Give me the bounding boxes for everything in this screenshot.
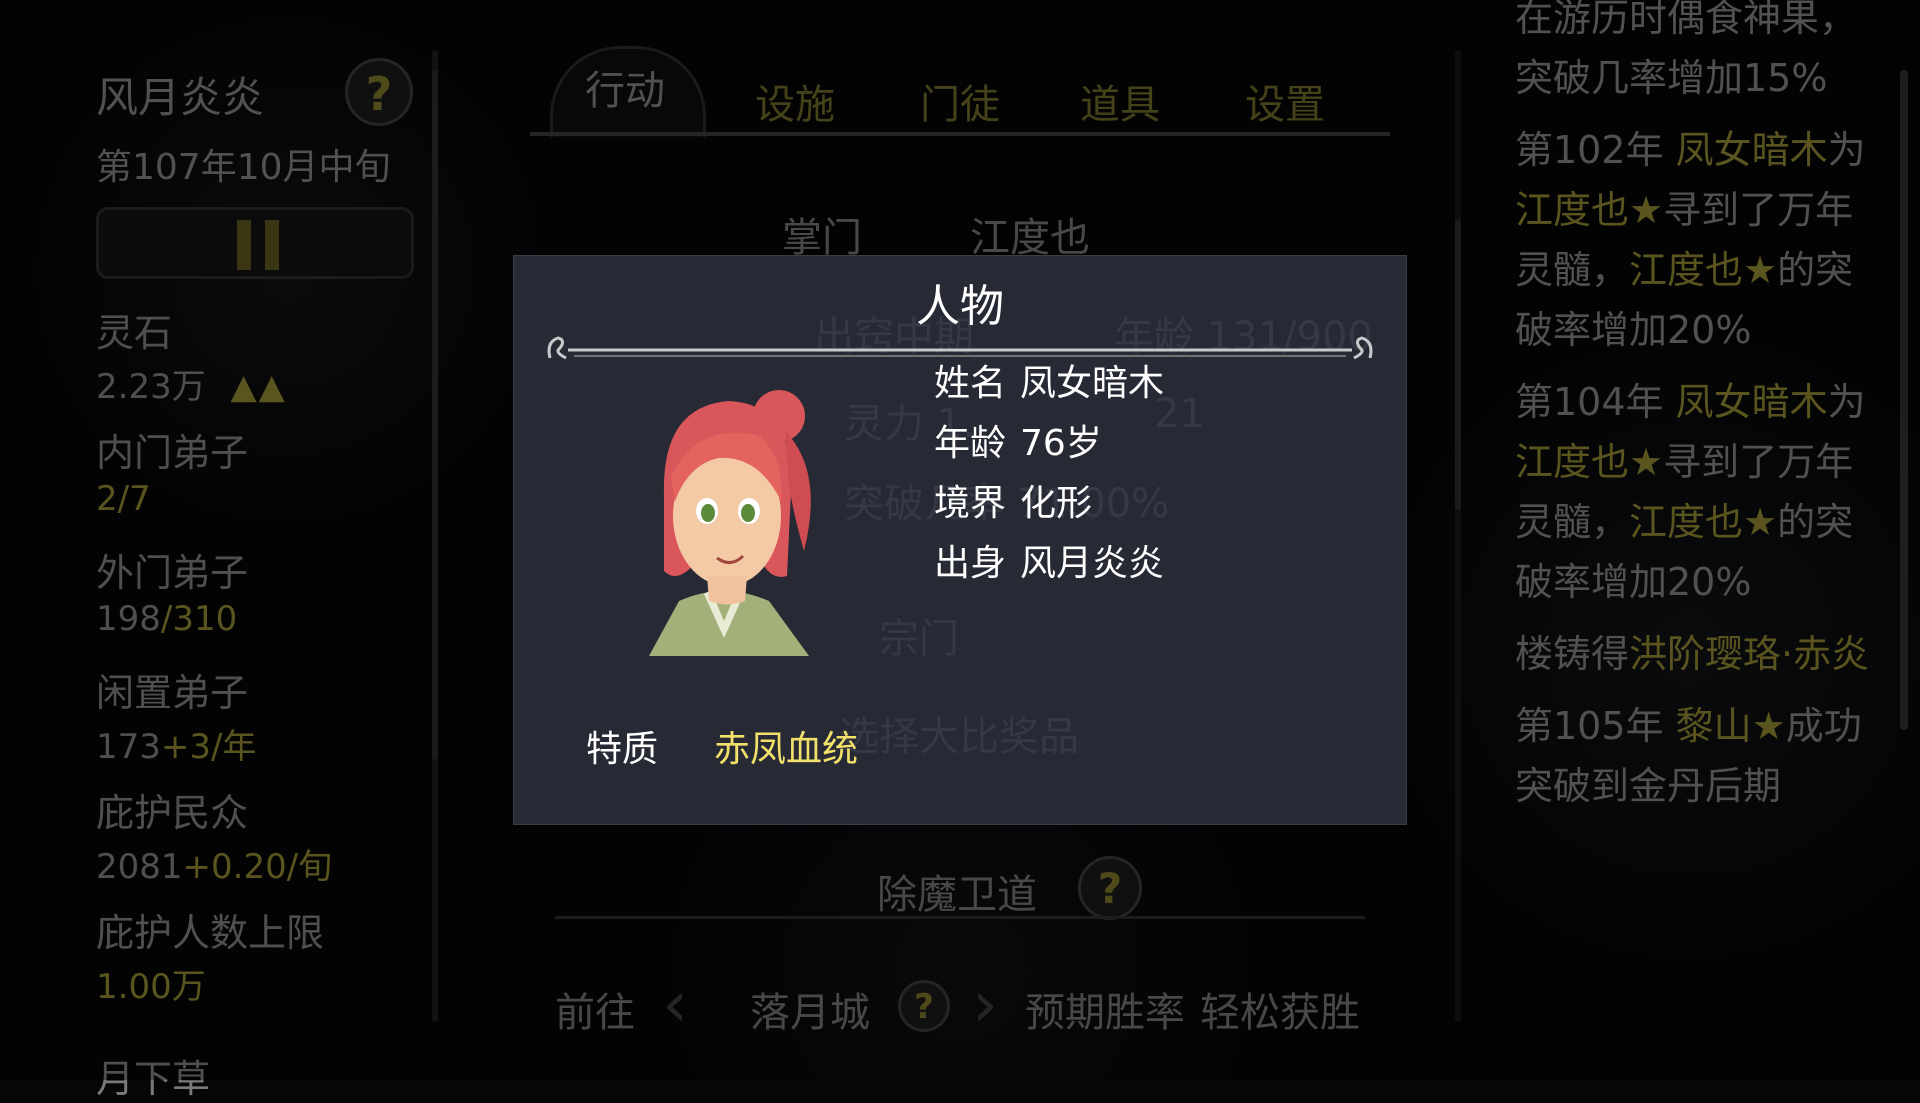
character-modal: 出窍中期 年龄 131/900 灵力 1. 21 突破几率 71.00% 宗门 …: [513, 255, 1407, 825]
faded-prize: 选择大比奖品: [839, 714, 1079, 760]
trait-value[interactable]: 赤凤血统: [714, 720, 858, 772]
info-age: 年龄 76岁: [934, 423, 1102, 464]
info-origin: 出身 风月炎炎: [934, 543, 1165, 584]
info-name: 姓名 凤女暗木: [934, 363, 1165, 404]
trait-label: 特质: [586, 729, 659, 770]
faded-sect: 宗门: [879, 616, 959, 662]
character-portrait: [649, 390, 811, 656]
modal-title: 人物: [916, 281, 1004, 332]
info-realm: 境界 化形: [934, 483, 1093, 524]
